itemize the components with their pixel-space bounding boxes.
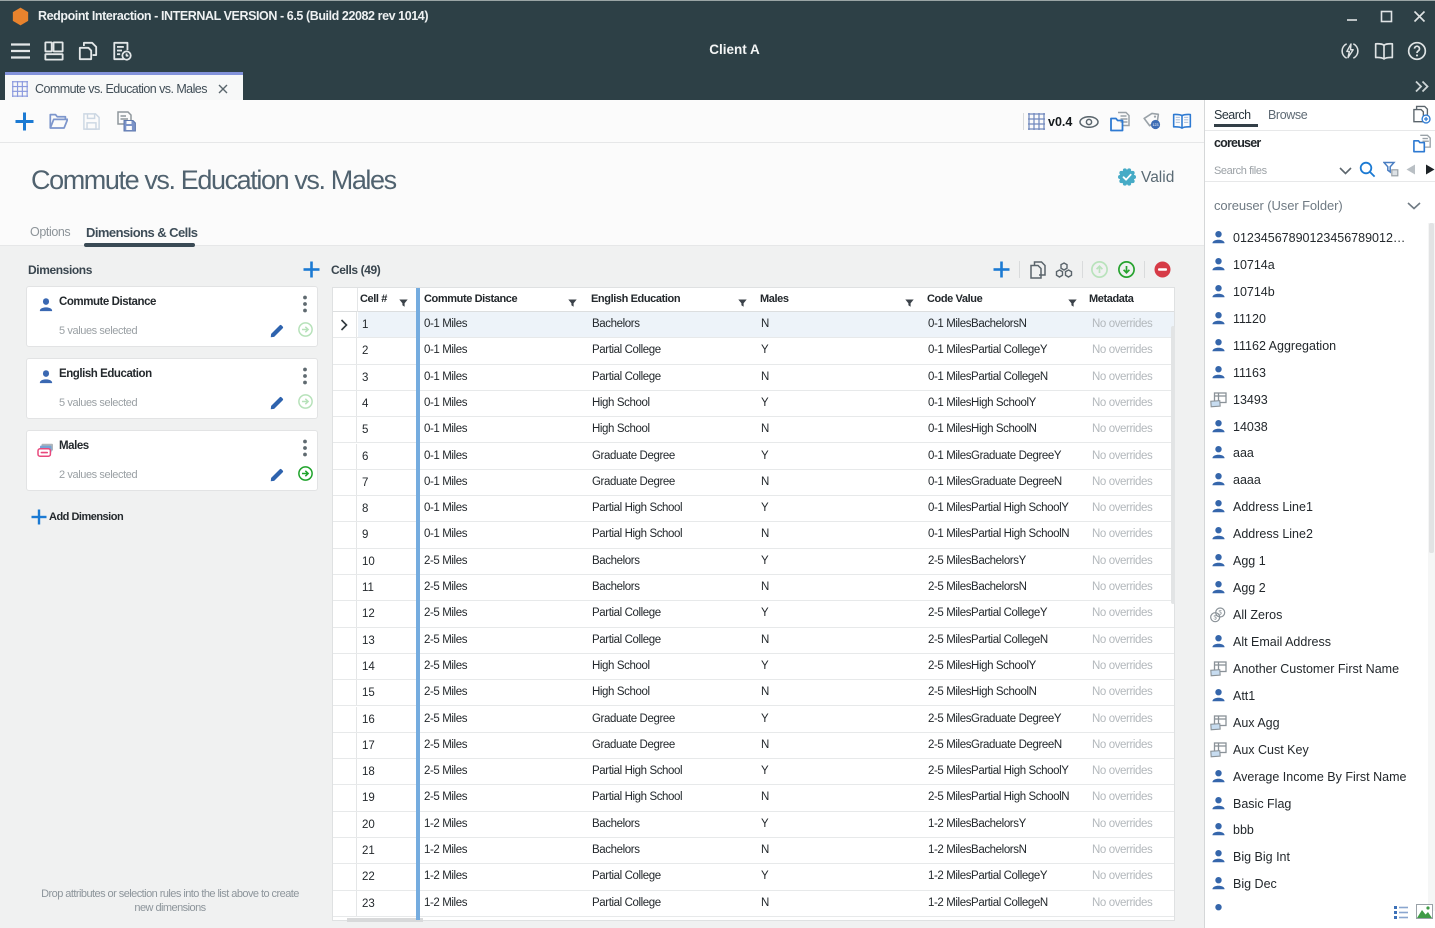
svg-text:$: $ bbox=[1219, 611, 1223, 617]
svg-text:123: 123 bbox=[1153, 123, 1159, 127]
